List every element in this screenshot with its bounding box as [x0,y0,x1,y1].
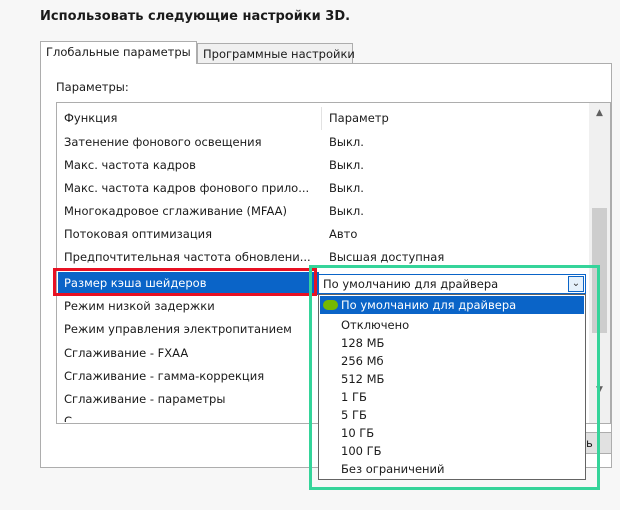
row-name: Макс. частота кадров фонового прило... [64,181,310,195]
row-name: Сглаживание - FXAA [64,346,189,360]
scroll-up-arrow-icon[interactable]: ▲ [589,103,610,123]
tab-program-settings[interactable]: Программные настройки [197,43,355,64]
column-header-function[interactable]: Функция [64,107,314,130]
table-row[interactable]: Затенение фонового освещения Выкл. [58,131,589,154]
column-divider [321,107,322,130]
row-name: Режим низкой задержки [64,299,215,313]
row-value: Выкл. [329,158,364,172]
tab-global-settings[interactable]: Глобальные параметры [40,41,197,64]
table-row[interactable]: Макс. частота кадров фонового прило... В… [58,177,589,200]
row-name: Сглаживание - гамма-коррекция [64,369,265,383]
row-name: Затенение фонового освещения [64,135,262,149]
red-highlight-frame [53,268,317,296]
green-highlight-frame [309,265,600,490]
row-value: Выкл. [329,181,364,195]
row-name: Многокадровое сглаживание (MFAA) [64,204,288,218]
section-heading: Использовать следующие настройки 3D. [40,9,351,24]
row-name: Макс. частота кадров [64,158,196,172]
table-row[interactable]: Потоковая оптимизация Авто [58,223,589,246]
row-name: Сглаживание - параметры [64,392,226,406]
row-name: Потоковая оптимизация [64,227,213,241]
list-header: Функция Параметр [58,107,589,130]
row-value: Выкл. [329,135,364,149]
row-name: Предпочтительная частота обновлени... [64,250,311,264]
table-row[interactable]: Макс. частота кадров Выкл. [58,154,589,177]
table-row[interactable]: Многокадровое сглаживание (MFAA) Выкл. [58,200,589,223]
row-value: Выкл. [329,204,364,218]
params-label: Параметры: [56,80,129,94]
column-header-parameter[interactable]: Параметр [329,107,389,130]
row-value: Авто [329,227,358,241]
row-name: С [64,414,73,422]
row-name: Режим управления электропитанием [64,322,292,336]
